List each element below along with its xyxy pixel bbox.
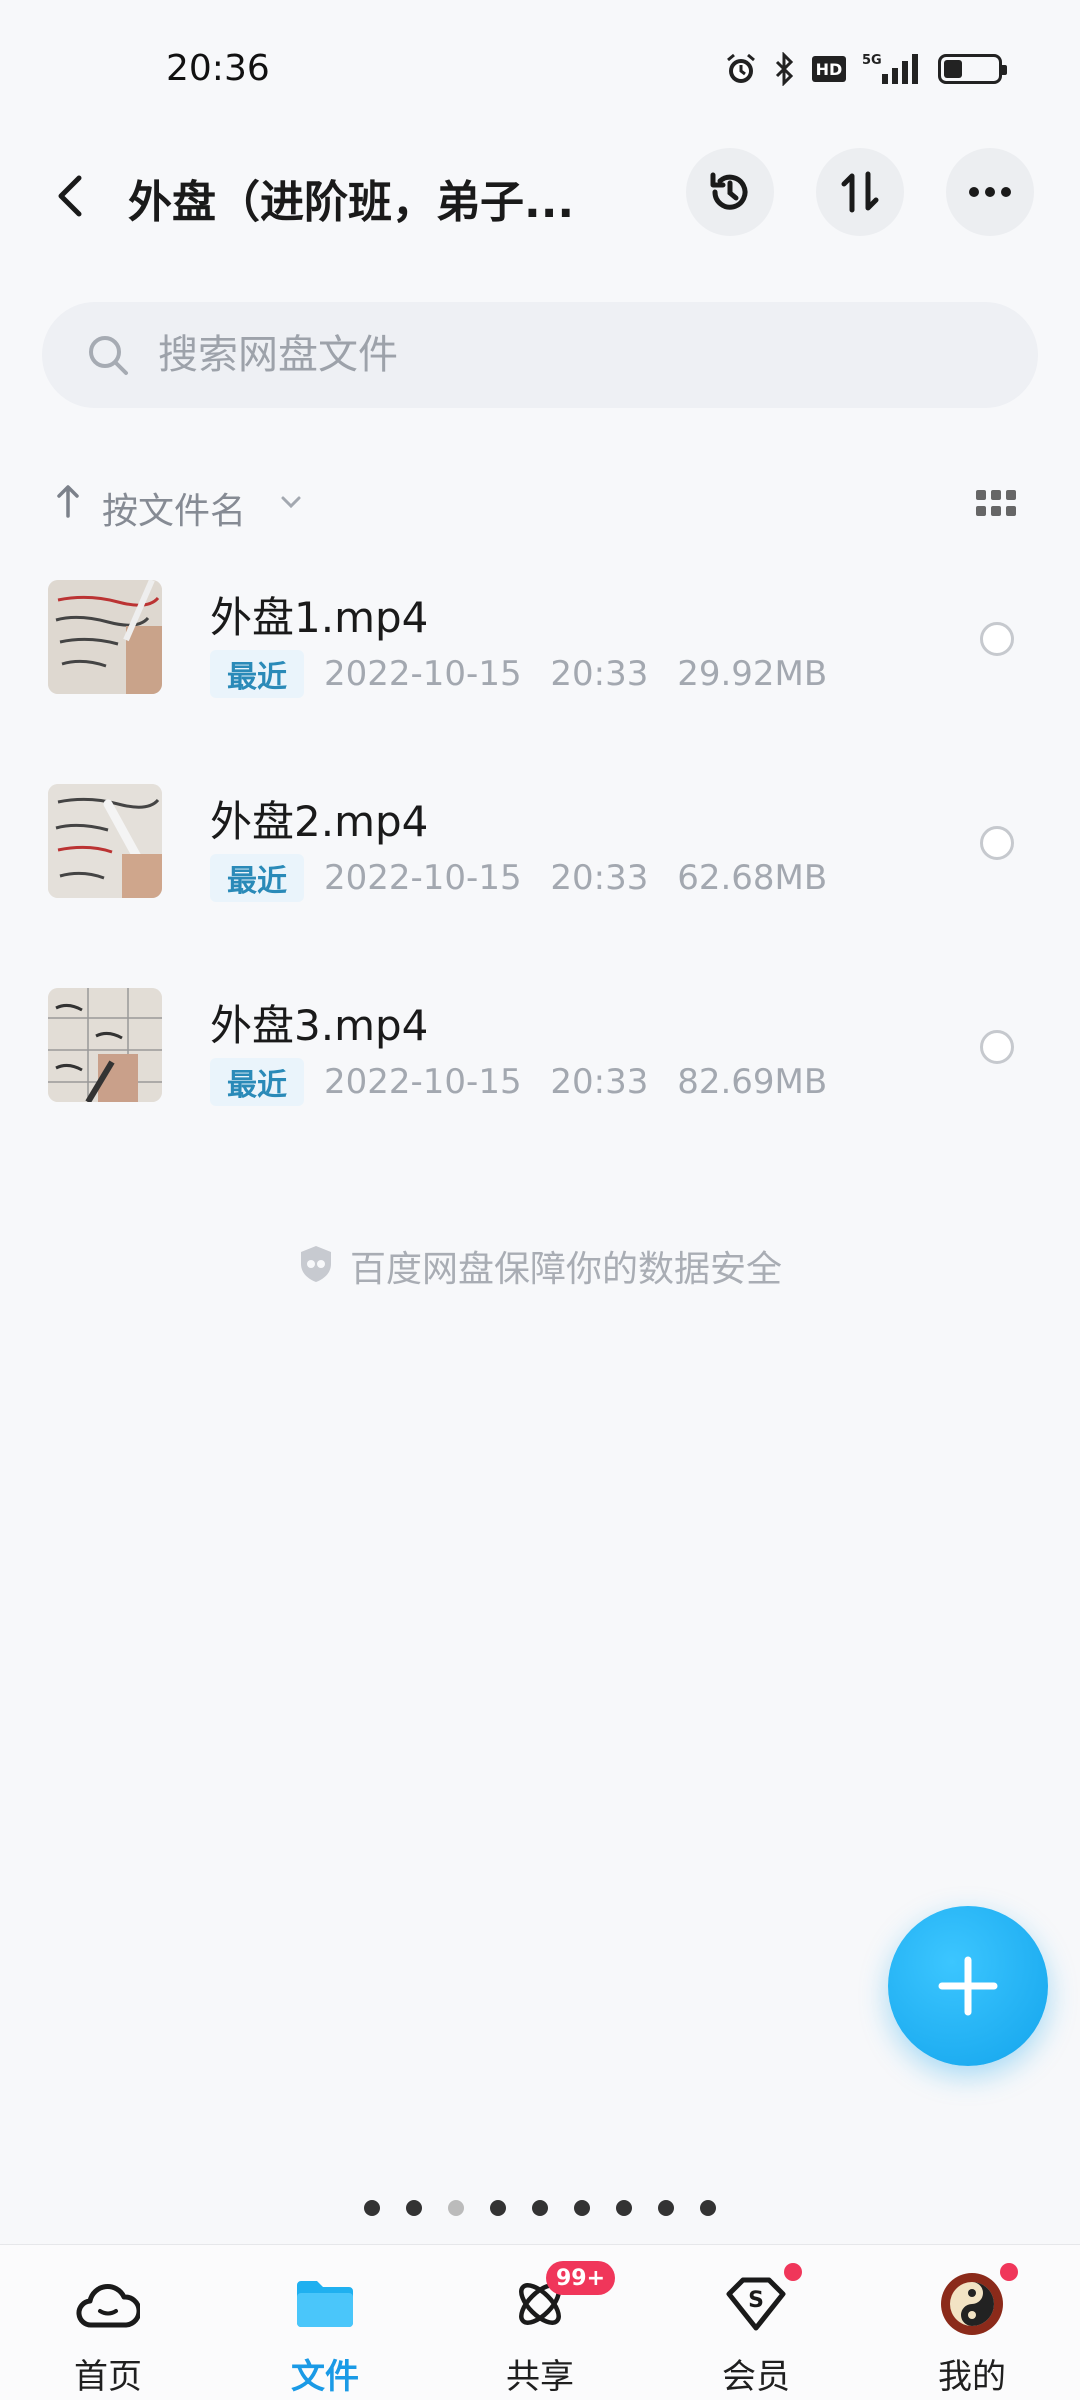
tab-label: 共享 [506, 2357, 574, 2397]
file-size: 82.69MB [677, 1062, 828, 1102]
page-dot [574, 2200, 590, 2216]
tab-share[interactable]: 99+ 共享 [470, 2261, 616, 2400]
security-note-text: 百度网盘保障你的数据安全 [349, 1249, 782, 1290]
video-thumbnail [48, 784, 162, 898]
chevron-left-icon [58, 175, 82, 217]
sort-label[interactable]: 按文件名 [102, 482, 246, 534]
avatar-icon [936, 2263, 1018, 2339]
file-meta: 2022-10-15 20:33 29.92MB [324, 654, 845, 694]
history-icon [710, 172, 748, 210]
tab-home[interactable]: 首页 [38, 2269, 178, 2400]
file-name: 外盘3.mp4 [210, 1001, 429, 1050]
status-time: 20:36 [166, 48, 270, 89]
vip-diamond-icon: S [720, 2263, 802, 2339]
battery-icon [938, 54, 1007, 84]
page-dot [700, 2200, 716, 2216]
battery-fill [944, 60, 963, 78]
cloud-icon [72, 2269, 144, 2339]
status-bar: 20:36 HD 5G [0, 0, 1080, 140]
page-dot [406, 2200, 422, 2216]
page-indicator [0, 2200, 1080, 2216]
recent-badge: 最近 [210, 1058, 304, 1106]
page-dot [616, 2200, 632, 2216]
file-name: 外盘2.mp4 [210, 797, 429, 846]
file-row[interactable]: 外盘2.mp4 最近 2022-10-15 20:33 62.68MB [0, 774, 1080, 978]
tab-label: 首页 [74, 2357, 142, 2397]
tab-files[interactable]: 文件 [255, 2269, 395, 2400]
file-date: 2022-10-15 [324, 1062, 522, 1102]
shield-icon [298, 1244, 334, 1288]
file-meta: 2022-10-15 20:33 82.69MB [324, 1062, 845, 1102]
signal-icon: 5G [862, 52, 922, 86]
folder-icon [289, 2269, 361, 2339]
hd-badge: HD [812, 56, 846, 82]
unread-dot [784, 2263, 802, 2281]
select-checkbox[interactable] [980, 1030, 1014, 1064]
page-dot [532, 2200, 548, 2216]
share-atom-icon: 99+ [504, 2261, 616, 2339]
file-size: 29.92MB [677, 654, 828, 694]
transfer-button[interactable] [816, 148, 904, 236]
page-dot [490, 2200, 506, 2216]
select-checkbox[interactable] [980, 622, 1014, 656]
search-input[interactable] [158, 332, 958, 378]
sort-direction-icon[interactable] [56, 484, 80, 522]
recent-badge: 最近 [210, 650, 304, 698]
file-row[interactable]: 外盘3.mp4 最近 2022-10-15 20:33 82.69MB [0, 978, 1080, 1182]
transfer-arrows-icon [841, 171, 879, 213]
grid-view-icon[interactable] [976, 490, 1016, 522]
back-button[interactable] [48, 168, 92, 224]
video-thumbnail [48, 988, 162, 1102]
history-button[interactable] [686, 148, 774, 236]
notification-badge: 99+ [546, 2261, 616, 2295]
search-bar[interactable] [42, 302, 1038, 408]
recent-badge: 最近 [210, 854, 304, 902]
bluetooth-icon [774, 52, 796, 86]
page-dot [364, 2200, 380, 2216]
video-thumbnail [48, 580, 162, 694]
more-dots-icon [969, 187, 1011, 197]
more-button[interactable] [946, 148, 1034, 236]
select-checkbox[interactable] [980, 826, 1014, 860]
file-name: 外盘1.mp4 [210, 593, 429, 642]
chevron-down-icon[interactable] [280, 494, 302, 513]
status-icons: HD 5G [724, 52, 1007, 86]
unread-dot [1000, 2263, 1018, 2281]
svg-text:5G: 5G [862, 53, 882, 68]
add-fab-button[interactable] [888, 1906, 1048, 2066]
file-time: 20:33 [550, 1062, 649, 1102]
file-date: 2022-10-15 [324, 654, 522, 694]
security-note: 百度网盘保障你的数据安全 [0, 1240, 1080, 1292]
file-time: 20:33 [550, 858, 649, 898]
file-list: 外盘1.mp4 最近 2022-10-15 20:33 29.92MB 外盘2.… [0, 570, 1080, 1182]
alarm-icon [724, 52, 758, 86]
tab-label: 会员 [722, 2357, 790, 2397]
page-dot [448, 2200, 464, 2216]
file-size: 62.68MB [677, 858, 828, 898]
file-row[interactable]: 外盘1.mp4 最近 2022-10-15 20:33 29.92MB [0, 570, 1080, 774]
file-date: 2022-10-15 [324, 858, 522, 898]
page-dot [658, 2200, 674, 2216]
file-meta: 2022-10-15 20:33 62.68MB [324, 858, 845, 898]
bottom-tab-bar: 首页 文件 99+ 共享 S 会员 我的 [0, 2244, 1080, 2400]
tab-label: 我的 [938, 2357, 1006, 2397]
sort-row: 按文件名 [0, 470, 1080, 540]
tab-label: 文件 [291, 2357, 359, 2397]
file-time: 20:33 [550, 654, 649, 694]
page-title: 外盘（进阶班，弟子... [128, 177, 575, 228]
svg-text:S: S [748, 2288, 764, 2313]
tab-vip[interactable]: S 会员 [686, 2263, 826, 2400]
tab-me[interactable]: 我的 [902, 2263, 1042, 2400]
search-icon [86, 333, 130, 377]
plus-icon [938, 1956, 998, 2016]
header: 外盘（进阶班，弟子... [0, 140, 1080, 250]
